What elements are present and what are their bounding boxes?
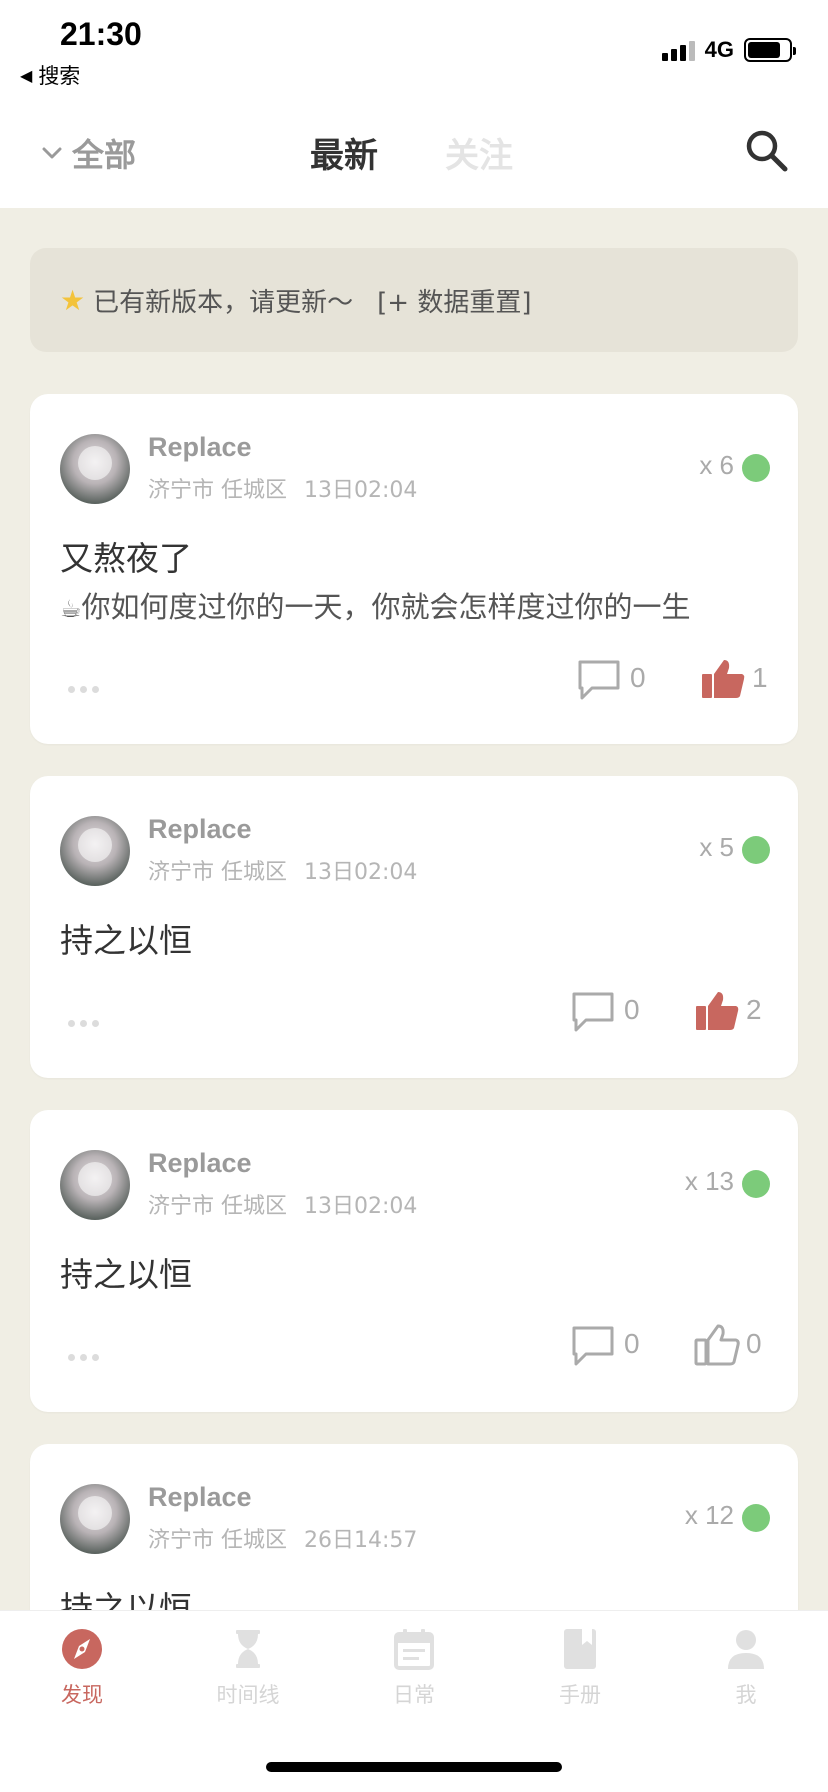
post-time: 13日02:04: [304, 860, 418, 885]
filter-all-label: 全部: [72, 136, 137, 174]
status-indicators: 4G: [661, 36, 796, 64]
author-name[interactable]: Replace: [148, 1148, 252, 1179]
post-count: x 5: [699, 832, 734, 862]
like-count: 0: [746, 1328, 762, 1359]
back-label: 搜索: [38, 64, 81, 88]
signal-icon: [661, 39, 695, 61]
status-dot: [742, 454, 770, 482]
network-type: 4G: [704, 37, 734, 62]
tab-timeline[interactable]: 时间线: [188, 1627, 308, 1709]
post-card[interactable]: Replace 济宁市 任城区 13日02:04 x 5 持之以恒 0 2: [30, 776, 798, 1078]
tab-handbook[interactable]: 手册: [520, 1627, 640, 1709]
status-time: 21:30: [60, 16, 142, 52]
tab-me[interactable]: 我: [686, 1627, 806, 1709]
back-triangle-icon: ◀: [20, 65, 33, 85]
post-meta: 济宁市 任城区 13日02:04: [148, 472, 417, 504]
filter-all-dropdown[interactable]: 全部: [42, 130, 136, 176]
post-card[interactable]: Replace 济宁市 任城区 13日02:04 x 13 持之以恒 0 0: [30, 1110, 798, 1412]
thumbs-up-icon[interactable]: [700, 658, 746, 700]
notice-text: 已有新版本，请更新～: [93, 287, 354, 318]
comment-count: 0: [630, 662, 646, 693]
author-name[interactable]: Replace: [148, 432, 252, 463]
tab-follow[interactable]: 关注: [445, 128, 513, 177]
post-title: 持之以恒: [60, 1255, 192, 1294]
author-name[interactable]: Replace: [148, 814, 252, 845]
post-location: 济宁市 任城区: [148, 478, 287, 503]
post-count: x 6: [699, 450, 734, 480]
back-to-search[interactable]: ◀ 搜索: [20, 60, 80, 90]
post-title: 持之以恒: [60, 921, 192, 960]
post-meta: 济宁市 任城区 13日02:04: [148, 854, 417, 886]
star-icon: ★: [60, 283, 86, 317]
more-options-button[interactable]: [68, 686, 99, 693]
avatar[interactable]: [60, 1150, 130, 1220]
cup-icon: ☕: [60, 595, 82, 623]
post-time: 13日02:04: [304, 478, 418, 503]
status-dot: [742, 1504, 770, 1532]
like-count: 1: [752, 662, 768, 693]
comment-icon[interactable]: [576, 658, 622, 702]
status-dot: [742, 836, 770, 864]
post-card[interactable]: Replace 济宁市 任城区 13日02:04 x 6 又熬夜了 ☕你如何度过…: [30, 394, 798, 744]
post-location: 济宁市 任城区: [148, 1528, 287, 1553]
tab-label: 发现: [61, 1683, 103, 1707]
comment-icon[interactable]: [570, 990, 616, 1034]
status-dot: [742, 1170, 770, 1198]
tab-latest[interactable]: 最新: [310, 128, 378, 177]
person-icon: [728, 1630, 764, 1669]
calendar-icon: [394, 1629, 434, 1670]
post-location: 济宁市 任城区: [148, 860, 287, 885]
home-indicator[interactable]: [266, 1762, 562, 1772]
post-meta: 济宁市 任城区 13日02:04: [148, 1188, 417, 1220]
author-name[interactable]: Replace: [148, 1482, 252, 1513]
book-icon: [564, 1629, 596, 1669]
avatar[interactable]: [60, 1484, 130, 1554]
update-notice[interactable]: ★ 已有新版本，请更新～ [+ 数据重置]: [30, 248, 798, 352]
comment-count: 0: [624, 1328, 640, 1359]
compass-icon: [62, 1629, 102, 1669]
thumbs-up-outline-icon[interactable]: [694, 1324, 740, 1366]
tab-label: 我: [735, 1683, 757, 1707]
nav-bar: 全部 最新 关注: [0, 100, 828, 208]
chevron-down-icon: [42, 147, 62, 159]
comment-icon[interactable]: [570, 1324, 616, 1368]
reset-data-link[interactable]: [+ 数据重置]: [377, 282, 531, 319]
tab-label: 日常: [393, 1683, 435, 1707]
post-time: 13日02:04: [304, 1194, 418, 1219]
tab-daily[interactable]: 日常: [354, 1627, 474, 1709]
more-options-button[interactable]: [68, 1020, 99, 1027]
avatar[interactable]: [60, 434, 130, 504]
thumbs-up-icon[interactable]: [694, 990, 740, 1032]
post-body-text: 你如何度过你的一天，你就会怎样度过你的一生: [81, 590, 691, 624]
post-meta: 济宁市 任城区 26日14:57: [148, 1522, 417, 1554]
status-bar: 21:30 ◀ 搜索 4G: [0, 0, 828, 100]
battery-icon: [744, 38, 796, 62]
post-count: x 12: [684, 1500, 734, 1530]
post-body: ☕你如何度过你的一天，你就会怎样度过你的一生: [60, 584, 691, 626]
hourglass-icon: [236, 1630, 260, 1668]
tab-label: 时间线: [216, 1683, 280, 1707]
post-count: x 13: [684, 1166, 734, 1196]
tab-discover[interactable]: 发现: [22, 1627, 142, 1709]
more-options-button[interactable]: [68, 1354, 99, 1361]
tab-label: 手册: [559, 1683, 601, 1707]
post-time: 26日14:57: [304, 1528, 418, 1553]
avatar[interactable]: [60, 816, 130, 886]
search-icon[interactable]: [742, 126, 790, 174]
post-location: 济宁市 任城区: [148, 1194, 287, 1219]
comment-count: 0: [624, 994, 640, 1025]
like-count: 2: [746, 994, 762, 1025]
post-title: 又熬夜了: [60, 539, 192, 578]
